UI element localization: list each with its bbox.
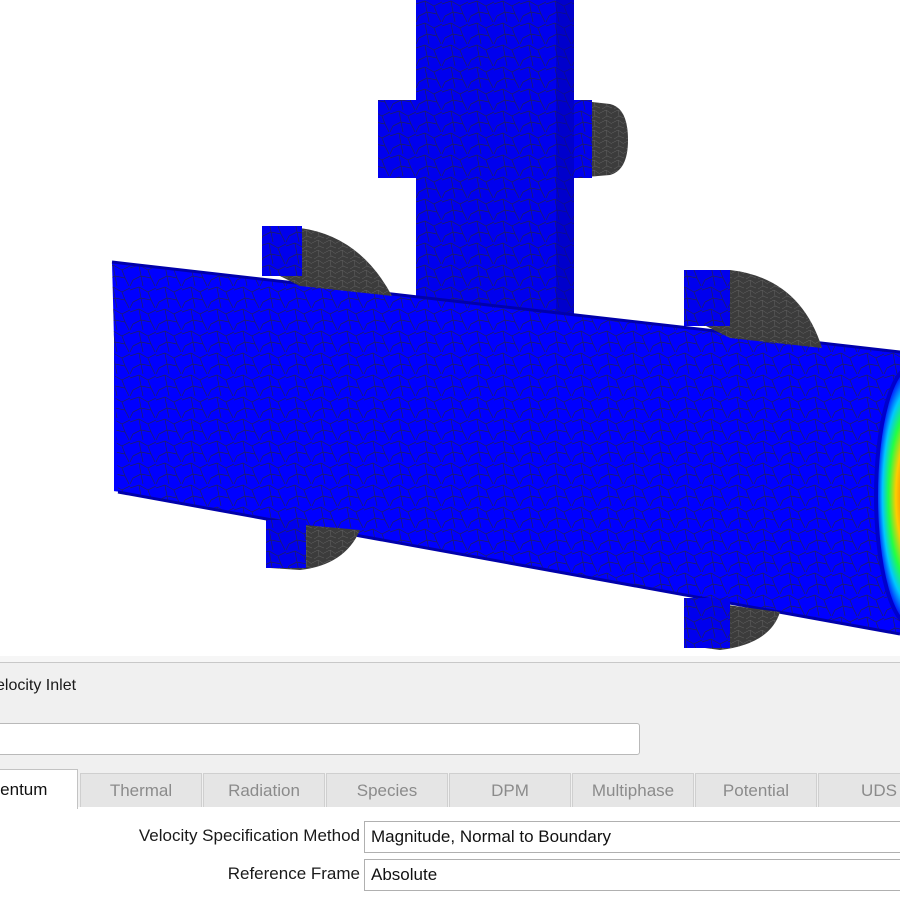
tab-radiation[interactable]: Radiation: [203, 773, 325, 807]
graphics-viewport[interactable]: [0, 0, 900, 662]
velocity-spec-select[interactable]: Magnitude, Normal to Boundary: [364, 821, 900, 853]
branch-pipe: [416, 0, 574, 330]
boundary-tabs: mentum Thermal Radiation Species DPM Mul…: [0, 769, 900, 809]
reference-frame-select[interactable]: Absolute: [364, 859, 900, 891]
reference-frame-label: Reference Frame: [227, 864, 360, 883]
dialog-title: elocity Inlet: [0, 677, 77, 694]
zone-name-input[interactable]: [0, 723, 640, 755]
tab-uds[interactable]: UDS: [818, 773, 900, 807]
tab-dpm[interactable]: DPM: [449, 773, 571, 807]
tab-momentum-label: mentum: [0, 780, 48, 799]
velocity-inlet-dialog: elocity Inlet mentum Thermal Radiation S…: [0, 662, 900, 901]
tab-multiphase[interactable]: Multiphase: [572, 773, 694, 807]
velocity-contour-render: [0, 0, 900, 662]
tab-species[interactable]: Species: [326, 773, 448, 807]
tab-momentum[interactable]: mentum: [0, 769, 78, 809]
velocity-spec-label: Velocity Specification Method: [138, 826, 360, 845]
momentum-panel: Velocity Specification Method Magnitude,…: [0, 807, 900, 901]
tab-thermal[interactable]: Thermal: [80, 773, 202, 807]
tab-potential[interactable]: Potential: [695, 773, 817, 807]
